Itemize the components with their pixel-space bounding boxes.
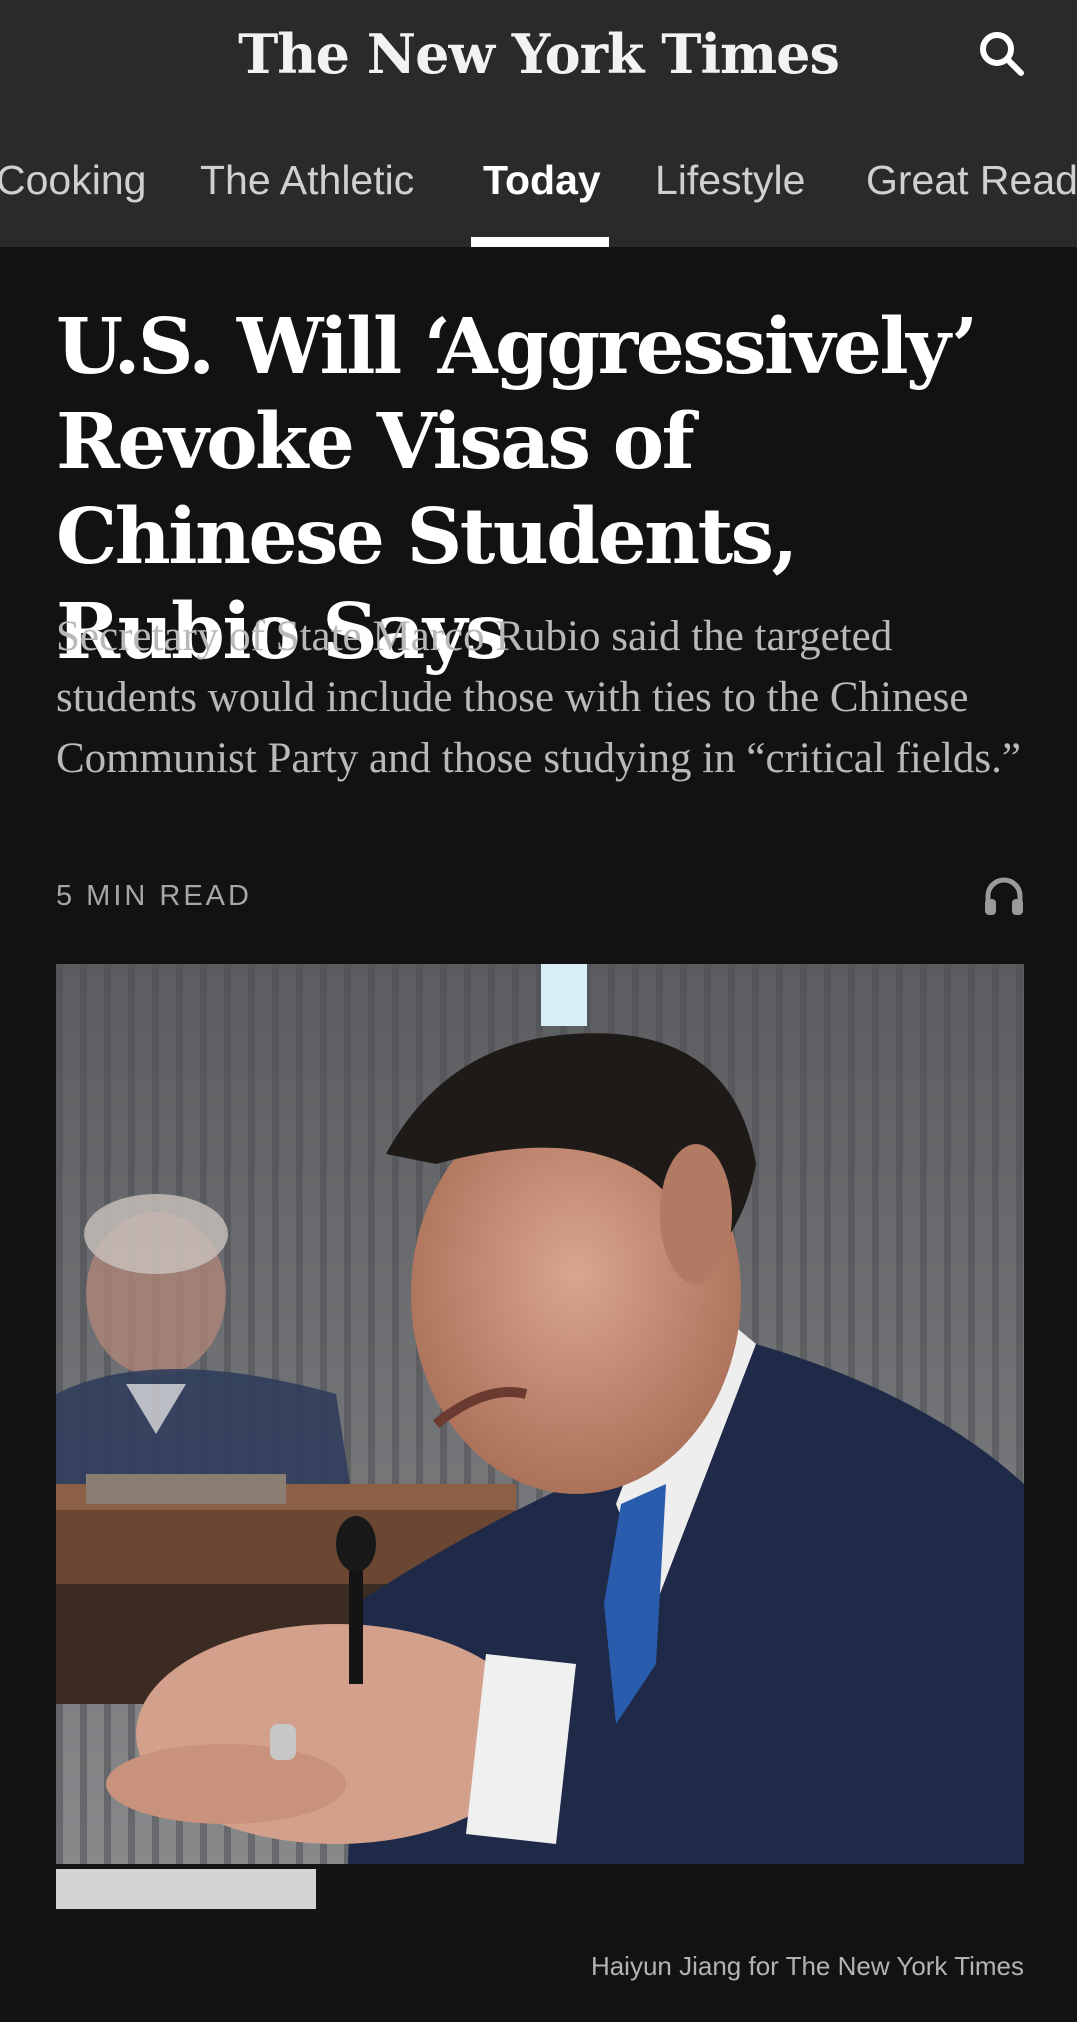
tab-the-athletic[interactable]: The Athletic — [200, 150, 414, 210]
top-header: The New York Times Cooking The Athletic … — [0, 0, 1077, 247]
tab-lifestyle[interactable]: Lifestyle — [655, 150, 805, 210]
listen-button[interactable] — [978, 870, 1030, 922]
lead-photo — [56, 964, 1024, 1930]
photo-credit: Haiyun Jiang for The New York Times — [590, 1951, 1024, 1981]
read-time: 5 MIN READ — [56, 880, 252, 912]
search-icon — [980, 32, 1024, 76]
headphones-icon — [985, 877, 1023, 915]
tab-today[interactable]: Today — [483, 150, 601, 210]
lead-photo-illustration — [56, 964, 1024, 1930]
tab-great-read[interactable]: Great Read — [866, 150, 1077, 210]
tab-cooking[interactable]: Cooking — [0, 150, 146, 210]
article-summary: Secretary of State Marco Rubio said the … — [56, 613, 1021, 782]
section-nav: Cooking The Athletic Today Lifestyle Gre… — [0, 140, 1077, 247]
active-tab-indicator — [471, 237, 609, 247]
search-button[interactable] — [970, 22, 1034, 86]
masthead-logo[interactable]: The New York Times — [0, 14, 1077, 94]
